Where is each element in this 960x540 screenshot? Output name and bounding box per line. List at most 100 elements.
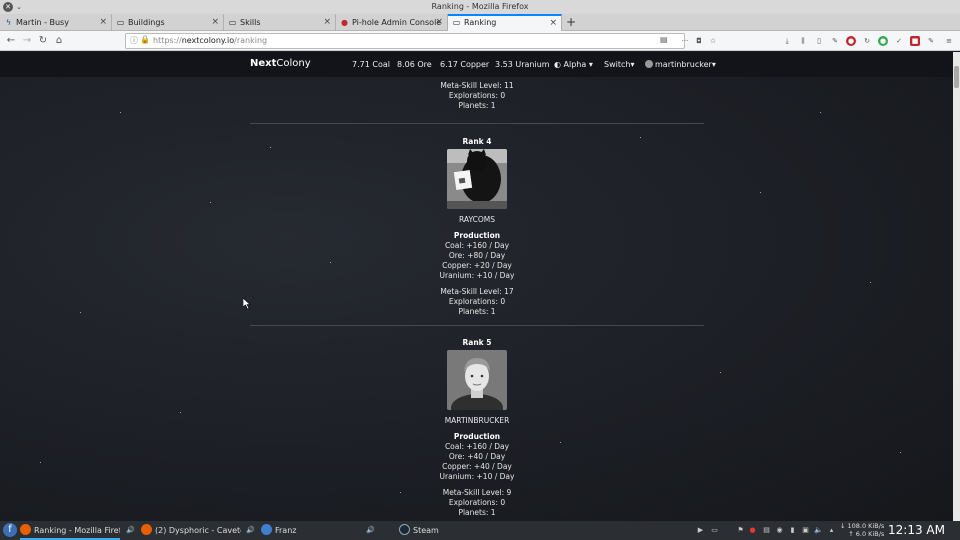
explorations: Explorations: 0 — [448, 91, 506, 100]
task-steam[interactable]: Steam — [399, 521, 499, 540]
home-icon[interactable]: ⌂ — [52, 34, 66, 48]
audio-playing-icon[interactable]: 🔊 — [126, 526, 135, 535]
user-name: RAYCOMS — [459, 215, 495, 224]
url-bar[interactable]: ⓘ 🔒 https://nextcolony.io/ranking ▤ — [125, 33, 685, 49]
audio-playing-icon[interactable]: 🔊 — [366, 526, 375, 535]
extension-check-icon[interactable]: ✓ — [894, 36, 904, 46]
window-menu-chevron-icon[interactable]: ⌄ — [14, 2, 24, 12]
task-firefox[interactable]: Ranking - Mozilla Firefox — [20, 521, 120, 540]
kde-connect-icon[interactable]: ▭ — [710, 526, 719, 535]
new-tab-icon[interactable]: + — [564, 14, 578, 31]
bookmark-star-icon[interactable]: ☆ — [708, 36, 718, 46]
task-label: Ranking - Mozilla Firefox — [34, 526, 120, 535]
tab-label: Buildings — [128, 18, 165, 27]
page-icon: ▭ — [116, 18, 125, 27]
task-label: Franz — [275, 526, 297, 535]
info-icon[interactable]: ⓘ — [130, 35, 138, 46]
pocket-icon[interactable]: ◘ — [694, 36, 704, 46]
scrollbar-thumb[interactable] — [954, 66, 959, 88]
ublock-tray-icon[interactable]: ● — [748, 526, 757, 535]
copper-production: Copper: +40 / Day — [442, 462, 512, 471]
ranking-entry: Rank 4 RAYCOMS Production Coal: +160 / D… — [250, 137, 704, 317]
firefox-icon — [20, 524, 31, 535]
forward-icon[interactable]: → — [20, 34, 34, 48]
tab-pihole[interactable]: ● Pi-hole Admin Console × — [336, 14, 448, 31]
close-tab-icon[interactable]: × — [549, 16, 557, 30]
tab-label: Skills — [240, 18, 261, 27]
reader-view-icon[interactable]: ▤ — [660, 35, 668, 44]
coal-production: Coal: +160 / Day — [444, 442, 510, 451]
net-upload: ↑ 6.0 KiB/s — [848, 530, 885, 538]
library-icon[interactable]: ⫼ — [798, 36, 808, 46]
extension-green-icon[interactable]: ● — [878, 36, 888, 46]
planet-dropdown-label: Alpha — [563, 60, 587, 69]
window-titlebar: ✕ ⌄ Ranking - Mozilla Firefox — [0, 0, 960, 14]
mouse-cursor-icon — [243, 298, 251, 309]
close-window-icon[interactable]: ✕ — [3, 2, 13, 12]
coal-balance: 7.71 Coal — [352, 60, 390, 69]
copper-balance: 6.17 Copper — [440, 60, 490, 69]
tab-label: Martin - Busy — [16, 18, 69, 27]
uranium-balance: 3.53 Uranium — [495, 60, 550, 69]
uranium-production: Uranium: +10 / Day — [439, 472, 515, 481]
device-icon[interactable]: ▮ — [788, 526, 797, 535]
close-tab-icon[interactable]: × — [435, 14, 443, 31]
net-download: ↓ 108.0 KiB/s — [840, 522, 885, 530]
page-viewport: NextColony 7.71 Coal 8.06 Ore 6.17 Coppe… — [0, 52, 953, 521]
tab-martin-busy[interactable]: ϟ Martin - Busy × — [0, 14, 112, 31]
reload-icon[interactable]: ↻ — [36, 34, 50, 48]
extension-sync-icon[interactable]: ↻ — [862, 36, 872, 46]
switch-dropdown[interactable]: Switch▾ — [604, 60, 634, 69]
user-photo-martinbrucker[interactable] — [447, 350, 507, 410]
avatar — [645, 60, 653, 68]
site-navbar: NextColony 7.71 Coal 8.06 Ore 6.17 Coppe… — [0, 52, 953, 77]
close-tab-icon[interactable]: × — [211, 14, 219, 31]
ublock-icon[interactable]: ● — [846, 36, 856, 46]
volume-icon[interactable]: 🔈 — [814, 526, 823, 535]
media-player-icon[interactable]: ▶ — [696, 526, 705, 535]
back-icon[interactable]: ← — [4, 34, 18, 48]
steam-tray-icon[interactable]: ◉ — [775, 526, 784, 535]
extension-edit-icon[interactable]: ✎ — [926, 36, 936, 46]
user-photo-raycoms[interactable] — [447, 149, 507, 209]
vertical-scrollbar[interactable] — [953, 52, 960, 521]
meta-skill-level: Meta-Skill Level: 11 — [440, 81, 514, 90]
planets-count: Planets: 1 — [458, 307, 496, 316]
close-tab-icon[interactable]: × — [323, 14, 331, 31]
caret-down-icon: ▾ — [630, 60, 635, 69]
downloads-icon[interactable]: ⤓ — [782, 36, 792, 46]
caret-down-icon: ▾ — [586, 60, 593, 69]
task-franz[interactable]: Franz — [261, 521, 361, 540]
window-title: Ranking - Mozilla Firefox — [431, 2, 529, 11]
close-tab-icon[interactable]: × — [99, 14, 107, 31]
clipboard-icon[interactable]: ▤ — [762, 526, 771, 535]
planet-dropdown[interactable]: ◐ Alpha ▾ — [554, 60, 593, 69]
network-speed: ↓ 108.0 KiB/s ↑ 6.0 KiB/s — [840, 522, 884, 538]
page-icon: ▭ — [452, 18, 461, 27]
coal-production: Coal: +160 / Day — [444, 241, 510, 250]
audio-playing-icon[interactable]: 🔊 — [246, 526, 255, 535]
extension-feather-icon[interactable]: ✎ — [830, 36, 840, 46]
divider — [250, 123, 704, 124]
lock-icon: 🔒 — [140, 35, 150, 44]
user-dropdown[interactable]: martinbrucker▾ — [645, 60, 716, 69]
fedora-menu-icon[interactable]: f — [3, 523, 17, 537]
navigation-toolbar: ← → ↻ ⌂ ⓘ 🔒 https://nextcolony.io/rankin… — [0, 31, 960, 51]
page-actions-icon[interactable]: ··· — [680, 36, 690, 46]
clock[interactable]: 12:13 AM — [888, 523, 945, 537]
tray-expand-icon[interactable]: ▴ — [827, 526, 836, 535]
divider — [250, 325, 704, 326]
extension-red-icon[interactable]: ■ — [910, 36, 920, 46]
updates-icon[interactable]: ⚑ — [736, 526, 745, 535]
url-prefix: https:// — [153, 36, 182, 45]
clipboard-manager-icon[interactable]: ▣ — [801, 526, 810, 535]
ore-production: Ore: +80 / Day — [448, 251, 506, 260]
tab-bar: ϟ Martin - Busy × ▭ Buildings × ▭ Skills… — [0, 14, 960, 31]
menu-icon[interactable]: ≡ — [944, 36, 954, 46]
tab-skills[interactable]: ▭ Skills × — [224, 14, 336, 31]
tab-buildings[interactable]: ▭ Buildings × — [112, 14, 224, 31]
brand-logo[interactable]: NextColony — [250, 58, 311, 69]
tab-ranking[interactable]: ▭ Ranking × — [448, 14, 562, 31]
task-dysphoric[interactable]: (2) Dysphoric - Cavetow... — [141, 521, 241, 540]
sidebar-icon[interactable]: ▯ — [814, 36, 824, 46]
